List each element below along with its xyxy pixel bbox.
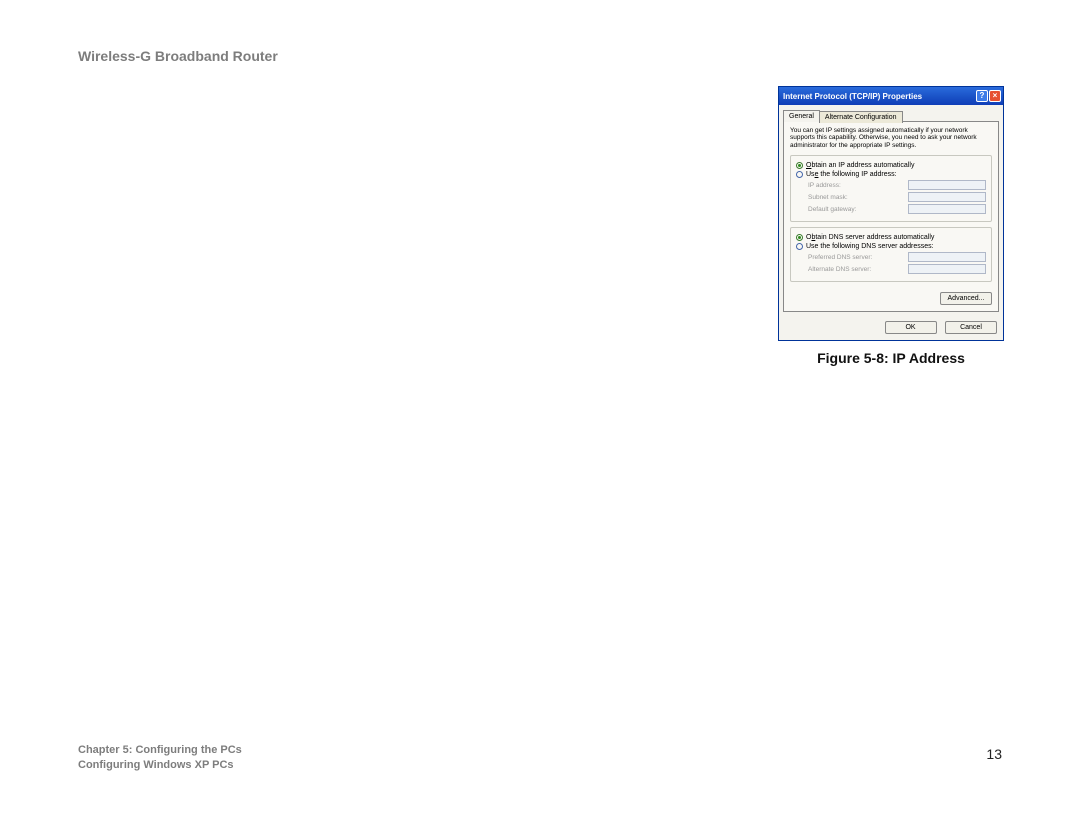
footer-chapter: Chapter 5: Configuring the PCs xyxy=(78,743,242,757)
page-header: Wireless-G Broadband Router xyxy=(78,48,278,64)
radio-use-ip[interactable]: Use the following IP address: xyxy=(796,171,986,178)
dialog-title: Internet Protocol (TCP/IP) Properties xyxy=(783,92,976,101)
field-label: Alternate DNS server: xyxy=(808,266,871,273)
tab-alternate-configuration[interactable]: Alternate Configuration xyxy=(819,111,903,123)
gateway-input xyxy=(908,204,986,214)
tab-panel-general: You can get IP settings assigned automat… xyxy=(783,121,999,312)
dialog-footer-buttons: OK Cancel xyxy=(783,312,999,336)
field-label: Preferred DNS server: xyxy=(808,254,872,261)
field-preferred-dns: Preferred DNS server: xyxy=(808,252,986,262)
alternate-dns-input xyxy=(908,264,986,274)
radio-obtain-ip[interactable]: Obtain an IP address automatically xyxy=(796,162,986,169)
radio-label: Use the following DNS server addresses: xyxy=(806,243,934,250)
figure-caption: Figure 5-8: IP Address xyxy=(778,350,1004,366)
radio-label: Obtain an IP address automatically xyxy=(806,162,914,169)
field-label: Subnet mask: xyxy=(808,194,848,201)
advanced-row: Advanced... xyxy=(790,287,992,305)
xp-dialog-window: Internet Protocol (TCP/IP) Properties ? … xyxy=(778,86,1004,341)
dialog-body: General Alternate Configuration You can … xyxy=(779,105,1003,340)
subnet-input xyxy=(908,192,986,202)
dns-group: Obtain DNS server address automatically … xyxy=(790,227,992,282)
dialog-description: You can get IP settings assigned automat… xyxy=(790,127,992,149)
tab-general[interactable]: General xyxy=(783,110,820,122)
field-alternate-dns: Alternate DNS server: xyxy=(808,264,986,274)
radio-use-dns[interactable]: Use the following DNS server addresses: xyxy=(796,243,986,250)
figure-ip-address: Internet Protocol (TCP/IP) Properties ? … xyxy=(778,86,1004,341)
field-default-gateway: Default gateway: xyxy=(808,204,986,214)
xp-titlebar: Internet Protocol (TCP/IP) Properties ? … xyxy=(779,87,1003,105)
radio-label: Obtain DNS server address automatically xyxy=(806,234,934,241)
radio-icon xyxy=(796,243,803,250)
field-label: IP address: xyxy=(808,182,841,189)
cancel-button[interactable]: Cancel xyxy=(945,321,997,334)
ip-input xyxy=(908,180,986,190)
radio-icon xyxy=(796,171,803,178)
help-icon[interactable]: ? xyxy=(976,90,988,102)
radio-icon xyxy=(796,162,803,169)
preferred-dns-input xyxy=(908,252,986,262)
footer-left: Chapter 5: Configuring the PCs Configuri… xyxy=(78,743,242,772)
radio-label: Use the following IP address: xyxy=(806,171,897,178)
ok-button[interactable]: OK xyxy=(885,321,937,334)
radio-obtain-dns[interactable]: Obtain DNS server address automatically xyxy=(796,234,986,241)
close-icon[interactable]: × xyxy=(989,90,1001,102)
advanced-button[interactable]: Advanced... xyxy=(940,292,992,305)
page-number: 13 xyxy=(986,746,1002,762)
field-subnet-mask: Subnet mask: xyxy=(808,192,986,202)
field-ip-address: IP address: xyxy=(808,180,986,190)
radio-icon xyxy=(796,234,803,241)
tab-strip: General Alternate Configuration xyxy=(783,109,999,121)
ip-address-group: Obtain an IP address automatically Use t… xyxy=(790,155,992,222)
field-label: Default gateway: xyxy=(808,206,856,213)
footer-section: Configuring Windows XP PCs xyxy=(78,758,242,772)
